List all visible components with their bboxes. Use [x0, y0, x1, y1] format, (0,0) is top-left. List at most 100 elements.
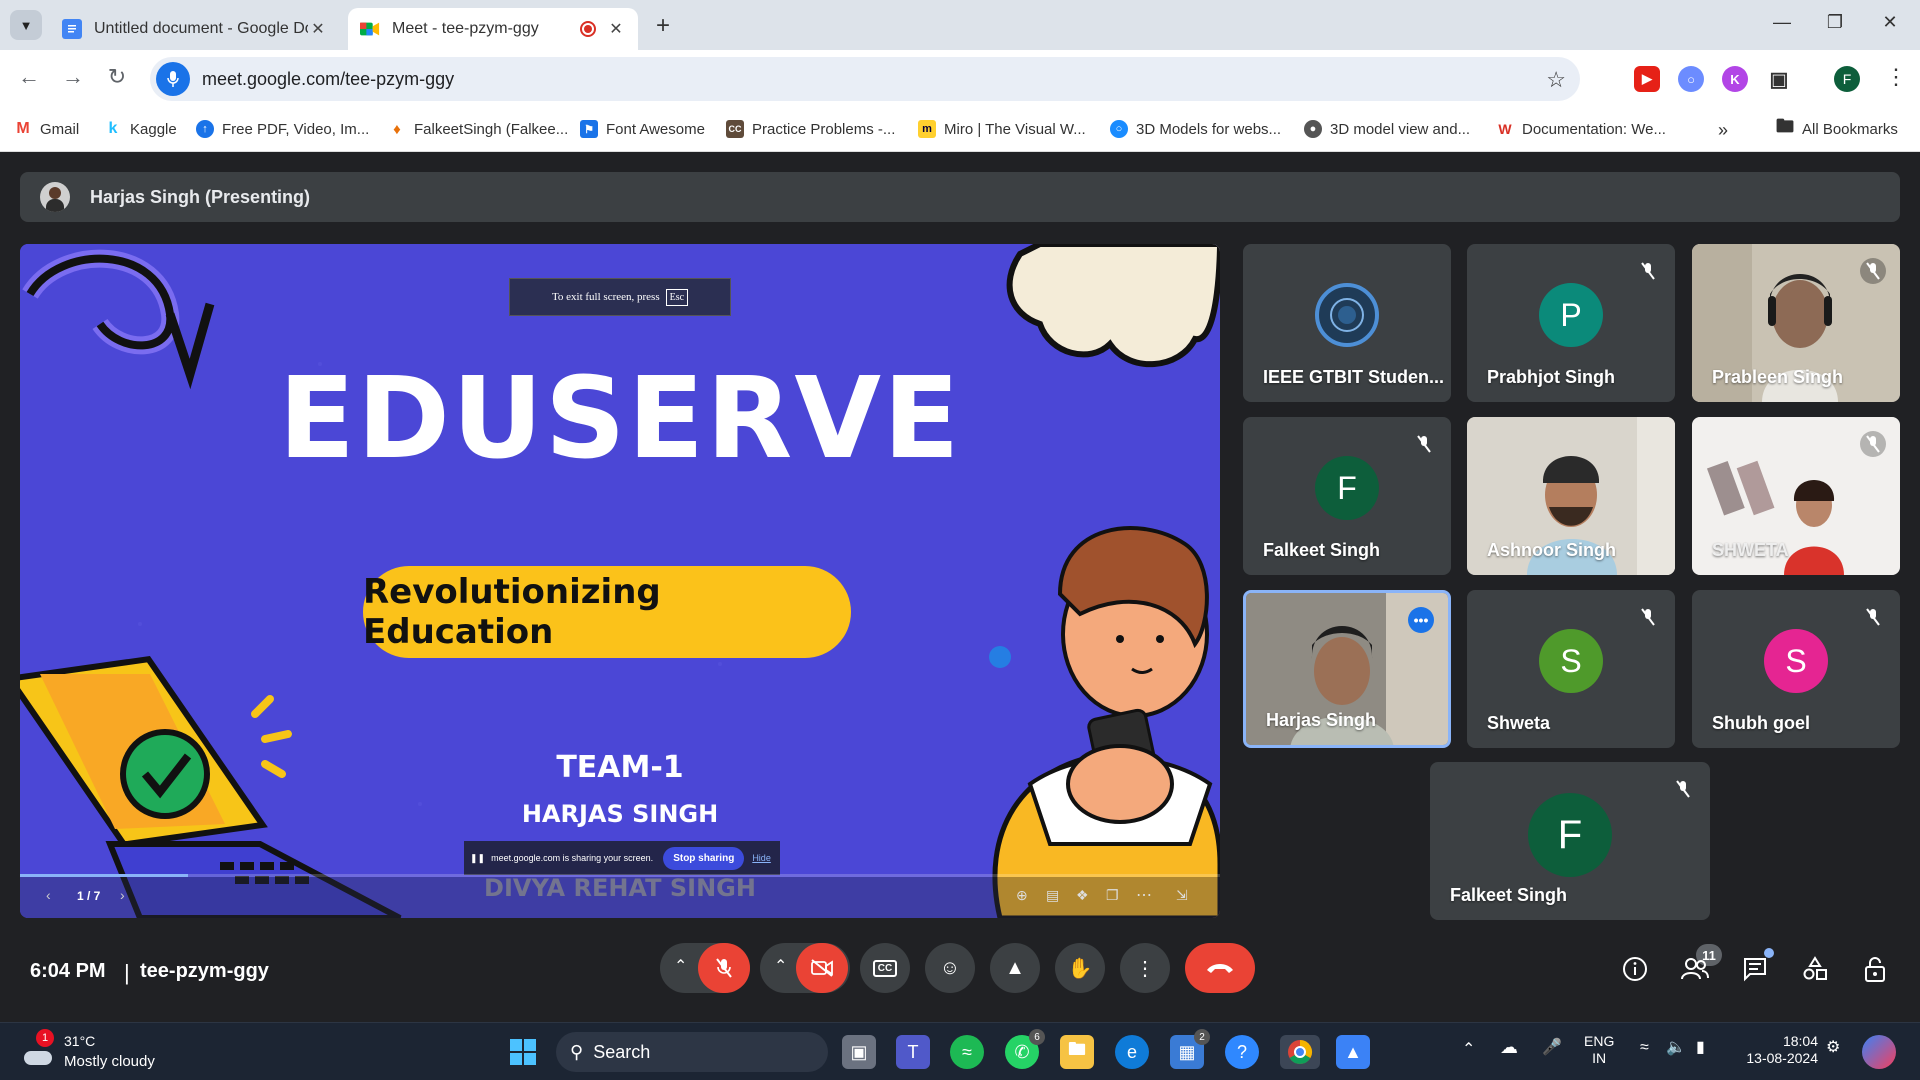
bookmarks-overflow-icon[interactable]: » — [1718, 120, 1728, 141]
pip-icon[interactable]: ❐ — [1106, 887, 1119, 904]
prev-slide-icon[interactable]: ‹ — [46, 887, 51, 903]
avatar: F — [1528, 793, 1612, 877]
tab-google-docs[interactable]: Untitled document - Google Docs ✕ — [50, 8, 340, 50]
people-icon[interactable] — [1680, 954, 1710, 984]
microphone-tray-icon[interactable]: 🎤 — [1542, 1039, 1562, 1056]
microsoft-store-icon[interactable]: ▦ 2 — [1170, 1029, 1210, 1069]
participant-tile[interactable]: IEEE GTBIT Studen... — [1243, 244, 1451, 402]
meeting-details-icon[interactable] — [1620, 954, 1650, 984]
participant-tile[interactable]: Prableen Singh — [1692, 244, 1900, 402]
tab-search-button[interactable]: ▼ — [10, 10, 42, 40]
wifi-icon[interactable]: ≈ — [1640, 1039, 1649, 1056]
chrome-icon[interactable] — [1280, 1035, 1320, 1069]
host-controls-icon[interactable] — [1860, 954, 1890, 984]
puzzle-icon[interactable]: ▣ — [1766, 66, 1792, 92]
zoom-icon[interactable]: ⊕ — [1016, 887, 1028, 904]
bookmark-miro[interactable]: m Miro | The Visual W... — [918, 120, 1086, 138]
extension-icon[interactable]: ○ — [1678, 66, 1704, 92]
temperature: 31°C — [64, 1033, 96, 1049]
camera-toggle-button[interactable] — [796, 943, 848, 993]
language-indicator[interactable]: ENG IN — [1584, 1033, 1614, 1067]
participant-tile[interactable]: F Falkeet Singh — [1430, 762, 1710, 920]
edge-icon[interactable]: e — [1115, 1035, 1149, 1069]
mic-toggle-button[interactable] — [698, 943, 750, 993]
youtube-extension-icon[interactable]: ▶ — [1634, 66, 1660, 92]
more-options-button[interactable]: ⋮ — [1120, 943, 1170, 993]
presenting-bar: Harjas Singh (Presenting) — [20, 172, 1900, 222]
close-window-icon[interactable]: ✕ — [1870, 12, 1910, 33]
all-bookmarks-button[interactable]: 🖿 All Bookmarks — [1776, 116, 1898, 138]
onedrive-icon[interactable]: ☁ — [1500, 1038, 1518, 1056]
participant-tile[interactable]: SHWETA — [1692, 417, 1900, 575]
bookmark-practice-problems[interactable]: CC Practice Problems -... — [726, 120, 895, 138]
participant-tile[interactable]: S Shubh goel — [1692, 590, 1900, 748]
tray-overflow-icon[interactable]: ⌃ — [1462, 1041, 1475, 1058]
bookmark-free-pdf[interactable]: ↑ Free PDF, Video, Im... — [196, 120, 369, 138]
file-explorer-icon[interactable]: 🖿 — [1060, 1035, 1094, 1069]
raise-hand-button[interactable]: ✋ — [1055, 943, 1105, 993]
whatsapp-icon[interactable]: ✆ 6 — [1005, 1029, 1045, 1069]
more-options-icon[interactable]: ••• — [1408, 607, 1434, 633]
battery-icon[interactable]: ▮ — [1696, 1039, 1705, 1056]
windows-start-icon[interactable] — [506, 1035, 540, 1069]
teams-icon[interactable]: T — [896, 1035, 930, 1069]
meeting-controls: 6:04 PM | tee-pzym-ggy ⌃ ⌃ CC ☺ ▲ ✋ ⋮ 11 — [0, 930, 1920, 1022]
bookmark-3d-model-view[interactable]: ● 3D model view and... — [1304, 120, 1470, 138]
hide-link[interactable]: Hide — [752, 853, 771, 863]
copilot-icon[interactable] — [1862, 1035, 1896, 1069]
reactions-button[interactable]: ☺ — [925, 943, 975, 993]
spotify-icon[interactable]: ≈ — [950, 1035, 984, 1069]
leave-call-button[interactable] — [1185, 943, 1255, 993]
captions-button[interactable]: CC — [860, 943, 910, 993]
bookmark-star-icon[interactable]: ☆ — [1546, 67, 1566, 93]
participant-tile[interactable]: Ashnoor Singh — [1467, 417, 1675, 575]
participant-tile-active-speaker[interactable]: ••• Harjas Singh — [1243, 590, 1451, 748]
participant-tile[interactable]: S Shweta — [1467, 590, 1675, 748]
microphone-icon[interactable] — [156, 62, 190, 96]
close-tab-icon[interactable]: ✕ — [606, 19, 626, 39]
bookmark-falkeet-github[interactable]: ♦ FalkeetSingh (Falkee... — [388, 120, 568, 138]
help-icon[interactable]: ? — [1225, 1035, 1259, 1069]
reload-icon[interactable]: ↻ — [102, 64, 132, 90]
stop-sharing-button[interactable]: Stop sharing — [663, 846, 745, 870]
weather-condition: Mostly cloudy — [64, 1053, 155, 1070]
present-button[interactable]: ▲ — [990, 943, 1040, 993]
chrome-menu-icon[interactable]: ⋮ — [1885, 64, 1907, 90]
task-view-icon[interactable]: ▣ — [842, 1035, 876, 1069]
volume-icon[interactable]: 🔈 — [1666, 1039, 1686, 1056]
participant-tile[interactable]: P Prabhjot Singh — [1467, 244, 1675, 402]
bookmark-gmail[interactable]: M Gmail — [14, 120, 79, 138]
weather-widget[interactable]: 1 — [22, 1029, 56, 1069]
folder-icon: 🖿 — [1776, 116, 1794, 136]
webflow-icon: W — [1498, 121, 1512, 137]
bookmark-3d-models[interactable]: ○ 3D Models for webs... — [1110, 120, 1281, 138]
activities-icon[interactable] — [1800, 954, 1830, 984]
more-icon[interactable]: ⋯ — [1136, 885, 1152, 905]
next-slide-icon[interactable]: › — [120, 887, 125, 903]
taskbar-search[interactable]: ⚲ Search — [556, 1032, 828, 1072]
photos-icon[interactable]: ▲ — [1336, 1035, 1370, 1069]
restore-icon[interactable]: ❐ — [1815, 12, 1855, 33]
broadcast-icon[interactable]: ❖ — [1076, 887, 1089, 904]
flag-icon: ⚑ — [580, 120, 598, 138]
mic-off-icon — [1860, 431, 1886, 457]
new-tab-button[interactable]: + — [650, 12, 676, 40]
address-bar[interactable]: meet.google.com/tee-pzym-ggy ☆ — [150, 57, 1580, 101]
bookmark-font-awesome[interactable]: ⚑ Font Awesome — [580, 120, 705, 138]
tab-meet[interactable]: Meet - tee-pzym-ggy ✕ — [348, 8, 638, 50]
participant-tile[interactable]: F Falkeet Singh — [1243, 417, 1451, 575]
forward-arrow-icon[interactable]: → — [58, 64, 88, 90]
exit-fullscreen-icon[interactable]: ⇲ — [1176, 887, 1188, 904]
chat-icon[interactable] — [1740, 948, 1774, 984]
notification-icon[interactable]: ⚙ — [1826, 1039, 1840, 1056]
minimize-icon[interactable]: — — [1762, 12, 1802, 33]
system-clock[interactable]: 18:04 13-08-2024 — [1738, 1033, 1818, 1067]
extension-icon[interactable]: K — [1722, 66, 1748, 92]
captions-icon: CC — [872, 959, 898, 977]
bookmark-kaggle[interactable]: k Kaggle — [104, 120, 177, 138]
close-tab-icon[interactable]: ✕ — [308, 19, 328, 39]
bookmark-documentation[interactable]: W Documentation: We... — [1496, 120, 1666, 138]
back-arrow-icon[interactable]: ← — [14, 64, 44, 90]
captions-icon[interactable]: ▤ — [1046, 887, 1059, 904]
profile-avatar[interactable]: F — [1834, 66, 1860, 92]
